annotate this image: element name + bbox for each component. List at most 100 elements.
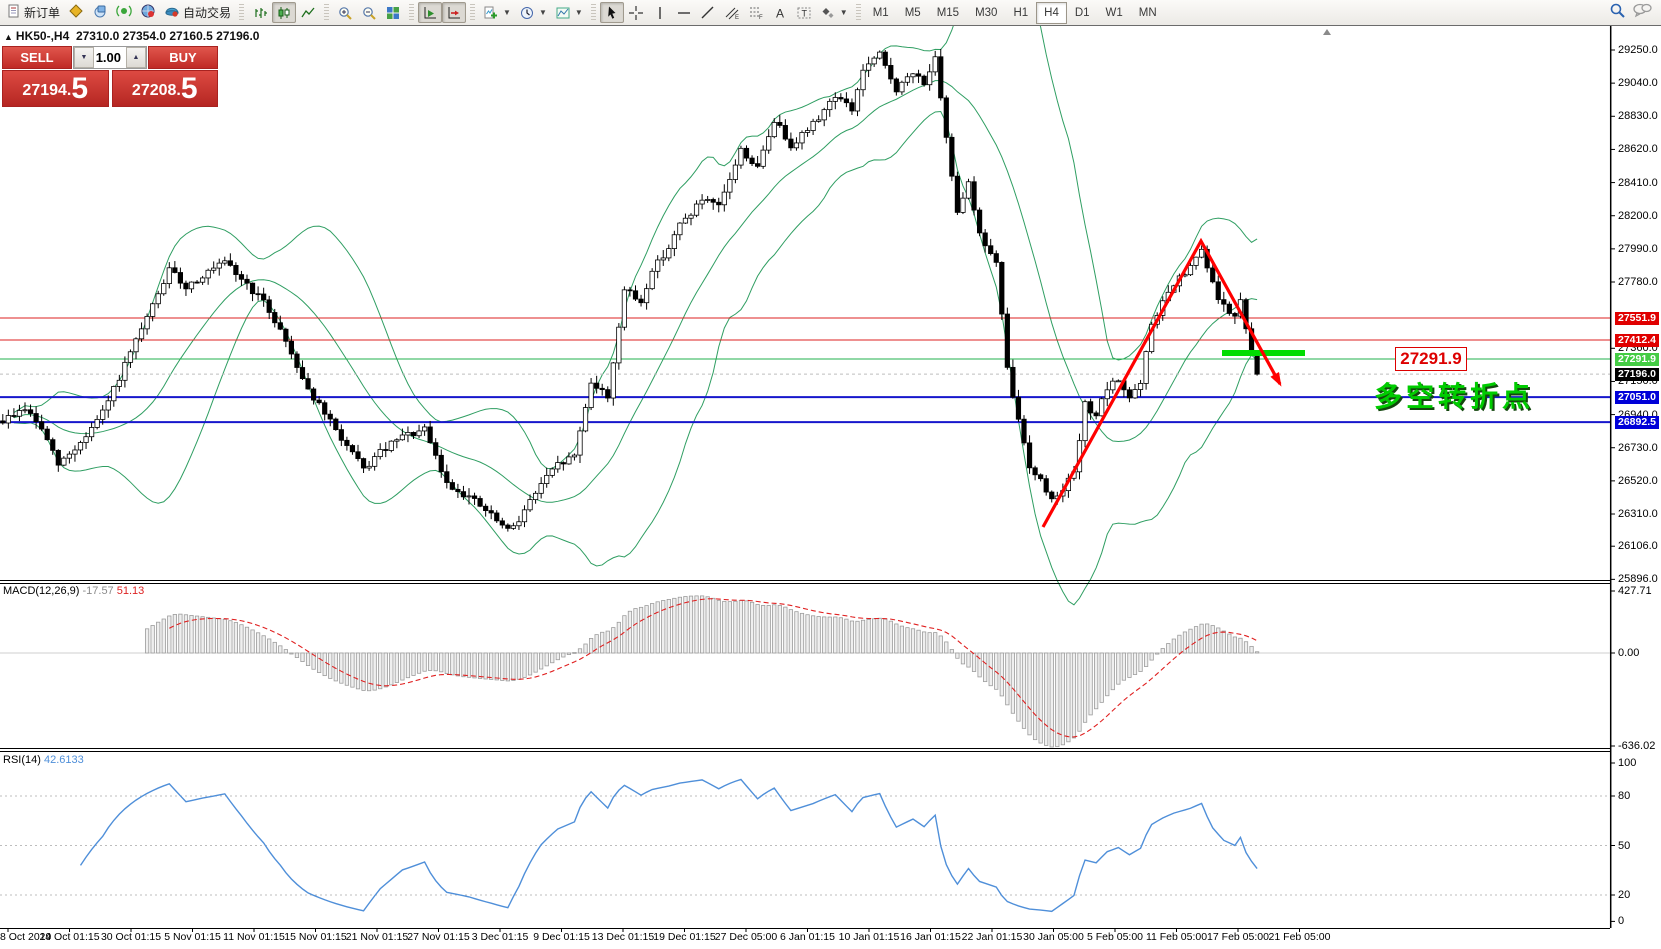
crosshair-button[interactable] (624, 2, 648, 23)
shapes-icon (820, 5, 836, 21)
timeframe-button-h1[interactable]: H1 (1005, 2, 1036, 24)
sell-price-panel[interactable]: 27194.5 (2, 70, 109, 107)
auto-scroll-icon (422, 5, 438, 21)
price-tag-annotation[interactable]: 27291.9 (1395, 347, 1467, 371)
buy-price-frac: 5 (181, 74, 198, 104)
market-icon (140, 3, 156, 22)
volume-decrease-button[interactable]: ▼ (74, 47, 94, 68)
text-label-button[interactable]: T (792, 2, 816, 23)
chart-shift-icon (446, 5, 462, 21)
svg-text:A: A (776, 6, 784, 20)
chart-ohlc-values: 27310.0 27354.0 27160.5 27196.0 (76, 29, 260, 43)
bar-chart-button[interactable] (248, 2, 272, 23)
volume-increase-button[interactable]: ▲ (126, 47, 146, 68)
mql5-community-button[interactable] (88, 2, 112, 23)
price-tick-label: 28620.0 (1618, 143, 1658, 155)
tile-windows-icon (385, 5, 401, 21)
time-axis-label: 24 Oct 01:15 (39, 931, 99, 943)
tile-windows-button[interactable] (381, 2, 405, 23)
timeframe-button-h4[interactable]: H4 (1036, 2, 1067, 24)
price-flag-label: 27551.9 (1615, 312, 1659, 325)
vertical-line-icon (652, 5, 668, 21)
shapes-button[interactable]: ▼ (816, 2, 852, 23)
macd-panel (0, 596, 1610, 747)
price-flag-label: 27196.0 (1615, 368, 1659, 381)
price-flag-label: 27291.9 (1615, 353, 1659, 366)
rsi-axis-label: 80 (1618, 790, 1630, 802)
timeframe-button-m5[interactable]: M5 (897, 2, 929, 24)
bollinger-bands (14, 26, 1257, 605)
rsi-indicator-label: RSI(14) 42.6133 (3, 754, 84, 766)
auto-trading-icon (164, 3, 180, 22)
text-icon: A (772, 5, 788, 21)
timeframe-button-mn[interactable]: MN (1131, 2, 1165, 24)
auto-trading-button[interactable]: 自动交易 (160, 2, 235, 23)
text-button[interactable]: A (768, 2, 792, 23)
indicators-icon (483, 5, 499, 21)
indicators-button[interactable]: ▼ (479, 2, 515, 23)
channel-button[interactable]: E (720, 2, 744, 23)
sell-button[interactable]: SELL (2, 46, 72, 69)
panel-frame (0, 26, 1615, 932)
line-chart-icon (300, 5, 316, 21)
time-axis-label: 9 Dec 01:15 (533, 931, 590, 943)
sell-price-int: 27194 (22, 78, 67, 104)
time-axis-label: 6 Jan 01:15 (780, 931, 835, 943)
timeframe-button-m30[interactable]: M30 (967, 2, 1005, 24)
periods-button[interactable]: ▼ (515, 2, 551, 23)
timeframe-toolbar: M1M5M15M30H1H4D1W1MN (865, 2, 1165, 24)
cursor-button[interactable] (600, 2, 624, 23)
zoom-out-button[interactable] (357, 2, 381, 23)
rsi-axis-label: 20 (1618, 889, 1630, 901)
timeframe-button-w1[interactable]: W1 (1098, 2, 1131, 24)
buy-button[interactable]: BUY (148, 46, 218, 69)
svg-text:E: E (735, 15, 739, 21)
time-axis-label: 11 Nov 01:15 (223, 931, 285, 943)
chart-shift-button[interactable] (442, 2, 466, 23)
line-chart-button[interactable] (296, 2, 320, 23)
chart-window[interactable]: ▲ HK50-,H4 27310.0 27354.0 27160.5 27196.… (0, 26, 1661, 949)
signals-button[interactable] (112, 2, 136, 23)
metaeditor-icon (68, 3, 84, 22)
time-axis-label: 5 Nov 01:15 (164, 931, 221, 943)
channel-icon: E (724, 5, 740, 21)
market-button[interactable] (136, 2, 160, 23)
price-flag-label: 27412.4 (1615, 334, 1659, 347)
new-order-label: 新订单 (24, 4, 60, 21)
time-axis-label: 19 Dec 01:15 (653, 931, 715, 943)
metaeditor-button[interactable] (64, 2, 88, 23)
toolbar-grip (591, 4, 596, 22)
horizontal-line-button[interactable] (672, 2, 696, 23)
zoom-in-button[interactable] (333, 2, 357, 23)
chat-icon[interactable] (1632, 2, 1652, 23)
price-chart-canvas[interactable] (0, 26, 1661, 949)
timeframe-button-m15[interactable]: M15 (929, 2, 967, 24)
volume-input[interactable]: 1.00 (94, 47, 126, 68)
time-axis-label: 15 Nov 01:15 (284, 931, 346, 943)
zoom-out-icon (361, 5, 377, 21)
fibonacci-icon: F (748, 5, 764, 21)
svg-text:T: T (801, 8, 807, 18)
search-icon[interactable] (1609, 2, 1626, 24)
turning-point-note[interactable]: 多空转折点 (1374, 375, 1534, 415)
new-order-button[interactable]: 新订单 (3, 2, 64, 23)
sell-price-frac: 5 (71, 74, 88, 104)
buy-price-panel[interactable]: 27208.5 (112, 70, 219, 107)
one-click-trading-panel: SELL ▼ 1.00 ▲ BUY 27194.5 27208.5 (2, 46, 218, 107)
timeframe-button-m1[interactable]: M1 (865, 2, 897, 24)
templates-button[interactable]: ▼ (551, 2, 587, 23)
trendline-button[interactable] (696, 2, 720, 23)
chevron-down-icon: ▼ (840, 8, 848, 17)
auto-scroll-button[interactable] (418, 2, 442, 23)
price-tick-label: 29040.0 (1618, 77, 1658, 89)
text-label-icon: T (796, 5, 812, 21)
signals-icon (116, 3, 132, 22)
vertical-line-button[interactable] (648, 2, 672, 23)
chart-symbol: HK50-,H4 (16, 29, 69, 43)
time-axis-label: 13 Dec 01:15 (592, 931, 654, 943)
timeframe-button-d1[interactable]: D1 (1067, 2, 1098, 24)
macd-axis-label: 0.00 (1618, 647, 1639, 659)
rsi-value: 42.6133 (44, 754, 84, 766)
candlestick-chart-button[interactable] (272, 2, 296, 23)
fibonacci-button[interactable]: F (744, 2, 768, 23)
